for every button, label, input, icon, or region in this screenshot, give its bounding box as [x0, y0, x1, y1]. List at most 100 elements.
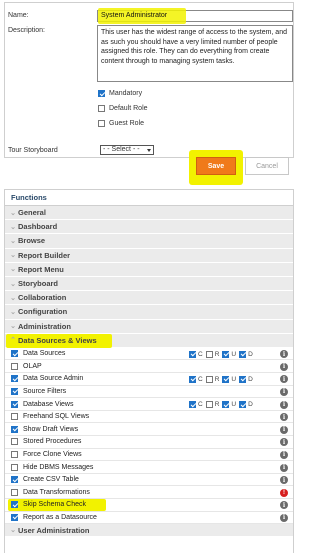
category-dashboard[interactable]: ⌄ Dashboard — [5, 220, 293, 235]
function-checkbox[interactable] — [11, 413, 18, 421]
storyboard-select[interactable]: - - Select - - — [100, 145, 154, 155]
chevron-down-icon — [147, 148, 151, 152]
mandatory-label: Mandatory — [109, 90, 143, 97]
category-configuration[interactable]: ⌄ Configuration — [5, 305, 293, 320]
delete-checkbox[interactable] — [239, 375, 247, 383]
function-checkbox[interactable] — [11, 501, 18, 509]
category-report-menu[interactable]: ⌄ Report Menu — [5, 262, 293, 277]
function-checkbox[interactable] — [11, 488, 18, 496]
info-icon[interactable]: i — [280, 350, 288, 359]
function-row-show-draft-views: Show Draft Views i — [5, 423, 293, 437]
function-checkbox[interactable] — [11, 438, 18, 446]
update-checkbox[interactable] — [222, 350, 230, 358]
info-icon[interactable]: i — [280, 450, 288, 459]
storyboard-label: Tour Storyboard — [8, 147, 58, 154]
create-checkbox[interactable] — [189, 401, 196, 409]
delete-letter: D — [248, 401, 253, 409]
description-textarea[interactable]: This user has the widest range of access… — [97, 25, 293, 82]
read-checkbox[interactable] — [205, 375, 213, 383]
update-checkbox[interactable] — [222, 375, 230, 383]
category-report-builder[interactable]: ⌄ Report Builder — [5, 248, 293, 263]
category-label: General — [18, 208, 46, 218]
category-label: Report Builder — [18, 250, 71, 260]
info-icon[interactable]: i — [280, 438, 288, 447]
category-storyboard[interactable]: ⌄ Storyboard — [5, 276, 293, 292]
function-row-olap: OLAP i — [5, 360, 293, 374]
chevron-down-icon: ⌄ — [10, 280, 16, 288]
default-role-option[interactable]: Default Role — [98, 105, 148, 112]
create-checkbox[interactable] — [189, 350, 196, 358]
read-letter: R — [214, 375, 220, 383]
read-letter: R — [214, 401, 220, 409]
function-checkbox[interactable] — [11, 450, 18, 458]
default-role-checkbox[interactable] — [98, 105, 105, 112]
update-checkbox[interactable] — [222, 401, 230, 409]
create-letter: C — [198, 350, 203, 358]
function-checkbox[interactable] — [11, 463, 18, 471]
function-checkbox[interactable] — [11, 362, 18, 370]
update-letter: U — [231, 401, 237, 409]
chevron-down-icon: ⌄ — [10, 308, 16, 316]
function-checkbox[interactable] — [11, 387, 18, 395]
read-checkbox[interactable] — [205, 401, 213, 409]
category-label: Dashboard — [18, 222, 58, 232]
category-browse[interactable]: ⌄ Browse — [5, 234, 293, 249]
info-icon[interactable]: i — [280, 513, 288, 522]
delete-checkbox[interactable] — [239, 401, 247, 409]
save-button[interactable]: Save — [196, 157, 236, 175]
info-icon[interactable]: i — [280, 387, 288, 396]
function-checkbox[interactable] — [11, 400, 18, 408]
info-icon[interactable]: i — [280, 476, 288, 485]
delete-checkbox[interactable] — [239, 350, 247, 358]
info-icon[interactable]: i — [280, 375, 288, 384]
info-icon[interactable]: i — [280, 425, 288, 434]
function-row-data-source-admin: Data Source Admin C R U D i — [5, 373, 293, 386]
function-row-stored-procedures: Stored Procedures i — [5, 436, 293, 449]
info-icon[interactable]: i — [280, 463, 288, 472]
function-label: Report as a Datasource — [23, 513, 97, 521]
function-row-create-csv-table: Create CSV Table i — [5, 474, 293, 487]
category-administration[interactable]: ⌄ Administration — [5, 319, 293, 334]
mandatory-option[interactable]: Mandatory — [98, 90, 142, 97]
function-checkbox[interactable] — [11, 350, 18, 358]
function-checkbox[interactable] — [11, 476, 18, 484]
function-label: Create CSV Table — [23, 476, 79, 484]
info-icon[interactable]: i — [280, 362, 288, 371]
update-letter: U — [231, 375, 237, 383]
crud-permissions: C R U D — [189, 401, 255, 409]
category-data-sources-views[interactable]: ⌃ Data Sources & Views — [5, 333, 293, 348]
create-checkbox[interactable] — [189, 375, 196, 383]
info-icon[interactable]: i — [280, 413, 288, 422]
info-icon[interactable]: i — [280, 501, 288, 510]
error-icon[interactable]: ! — [280, 488, 288, 497]
info-icon[interactable]: i — [280, 400, 288, 409]
guest-role-option[interactable]: Guest Role — [98, 120, 144, 127]
category-collaboration[interactable]: ⌄ Collaboration — [5, 291, 293, 306]
read-checkbox[interactable] — [205, 350, 213, 358]
function-checkbox[interactable] — [11, 513, 18, 521]
chevron-down-icon: ⌄ — [10, 223, 16, 231]
chevron-down-icon: ⌄ — [10, 323, 16, 331]
create-letter: C — [198, 375, 203, 383]
function-checkbox[interactable] — [11, 375, 18, 383]
category-label: Storyboard — [18, 279, 59, 289]
category-label: Collaboration — [18, 293, 67, 303]
function-row-data-transformations: Data Transformations ! — [5, 486, 293, 499]
update-letter: U — [231, 350, 237, 358]
category-label: Report Menu — [18, 264, 64, 274]
function-label: Freehand SQL Views — [23, 413, 90, 421]
guest-role-label: Guest Role — [109, 120, 145, 127]
read-letter: R — [214, 350, 220, 358]
name-label: Name: — [8, 12, 29, 19]
cancel-button[interactable]: Cancel — [245, 157, 289, 175]
function-checkbox[interactable] — [11, 425, 18, 433]
guest-role-checkbox[interactable] — [98, 120, 105, 127]
category-user-administration[interactable]: ⌄ User Administration — [5, 524, 293, 537]
function-row-source-filters: Source Filters i — [5, 386, 293, 399]
functions-panel: Functions ⌄ General ⌄ Dashboard ⌄ Browse ⌄ R… — [4, 189, 294, 553]
mandatory-checkbox[interactable] — [98, 90, 105, 97]
storyboard-select-value: - - Select - - — [103, 146, 140, 153]
category-general[interactable]: ⌄ General — [5, 206, 293, 221]
delete-letter: D — [248, 375, 253, 383]
function-row-report-as-datasource: Report as a Datasource i — [5, 512, 293, 525]
